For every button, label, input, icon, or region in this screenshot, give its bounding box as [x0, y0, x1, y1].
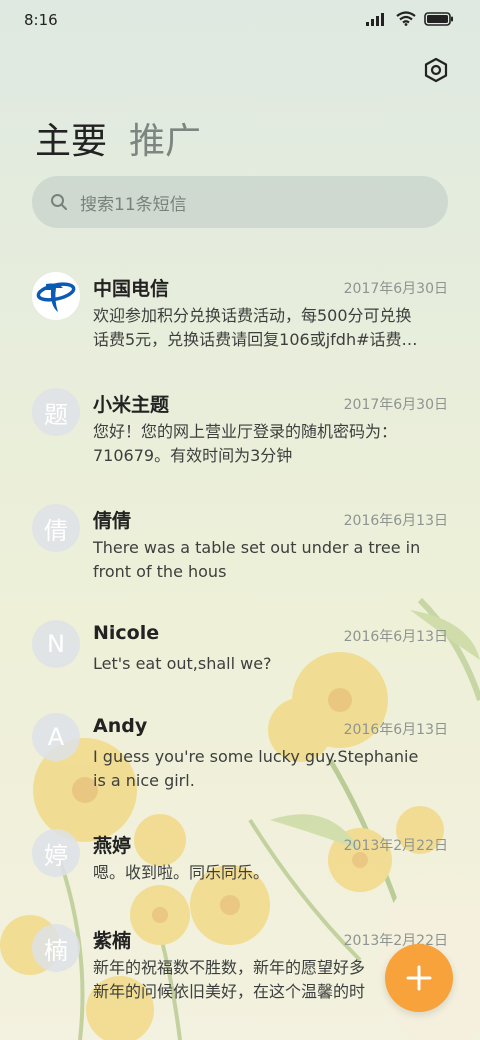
preview-line: Let's eat out,shall we? [93, 654, 272, 673]
conversation-item[interactable]: A Andy 2016年6月13日 I guess you're some lu… [0, 703, 480, 803]
hexagon-settings-icon [424, 57, 448, 83]
settings-button[interactable] [421, 55, 451, 85]
avatar: 婷 [32, 829, 80, 877]
conversation-item[interactable]: N Nicole 2016年6月13日 Let's eat out,shall … [0, 610, 480, 690]
contact-name: 中国电信 [93, 278, 170, 300]
avatar: 倩 [32, 504, 80, 552]
new-message-button[interactable] [385, 944, 453, 1012]
preview-line: front of the hous [93, 562, 227, 581]
contact-name: Andy [93, 715, 148, 737]
wifi-icon [396, 11, 416, 26]
avatar: 楠 [32, 924, 80, 972]
message-preview: 欢迎参加积分兑换话费活动，每500分可兑换 话费5元，兑换话费请回复106或jf… [93, 304, 449, 352]
preview-line: There was a table set out under a tree i… [93, 538, 421, 557]
status-time: 8:16 [24, 11, 58, 29]
message-date: 2016年6月13日 [343, 629, 448, 645]
conversation-item[interactable]: 婷 燕婷 2013年2月22日 嗯。收到啦。同乐同乐。 [0, 819, 480, 899]
contact-name: 紫楠 [93, 930, 132, 952]
conversation-item[interactable]: 题 小米主题 2017年6月30日 您好！您的网上营业厅登录的随机密码为： 71… [0, 378, 480, 478]
message-date: 2016年6月13日 [343, 722, 448, 738]
plus-icon [406, 965, 432, 991]
conversation-item[interactable]: 倩 倩倩 2016年6月13日 There was a table set ou… [0, 494, 480, 594]
preview-line: 您好！您的网上营业厅登录的随机密码为： [93, 422, 398, 441]
tab-bar: 主要 推广 [35, 112, 201, 164]
tab-promotions[interactable]: 推广 [129, 112, 201, 164]
preview-line: 嗯。收到啦。同乐同乐。 [93, 863, 270, 882]
avatar [32, 272, 80, 320]
battery-icon [424, 11, 453, 26]
preview-line: is a nice girl. [93, 771, 195, 790]
status-bar: 8:16 [0, 0, 480, 42]
preview-line: I guess you're some lucky guy.Stephanie [93, 747, 419, 766]
search-icon [50, 193, 68, 211]
contact-name: 燕婷 [93, 835, 132, 857]
message-date: 2013年2月22日 [343, 838, 448, 854]
avatar: 题 [32, 388, 80, 436]
signal-icon [366, 12, 384, 26]
conversation-item[interactable]: 中国电信 2017年6月30日 欢迎参加积分兑换话费活动，每500分可兑换 话费… [0, 262, 480, 362]
contact-name: 倩倩 [93, 510, 132, 532]
china-telecom-logo [33, 273, 79, 319]
preview-line: 710679。有效时间为3分钟 [93, 446, 293, 465]
avatar: N [32, 620, 80, 668]
tab-primary[interactable]: 主要 [35, 112, 107, 164]
preview-line: 欢迎参加积分兑换话费活动，每500分可兑换 [93, 306, 412, 325]
message-date: 2016年6月13日 [343, 513, 448, 529]
contact-name: Nicole [93, 622, 160, 644]
search-bar[interactable]: 搜索11条短信 [32, 176, 448, 228]
message-preview: There was a table set out under a tree i… [93, 536, 449, 584]
status-icons [366, 11, 454, 26]
message-date: 2017年6月30日 [343, 397, 448, 413]
preview-line: 话费5元，兑换话费请回复106或jfdh#话费… [93, 330, 418, 349]
message-preview: Let's eat out,shall we? [93, 652, 449, 676]
message-preview: I guess you're some lucky guy.Stephanie … [93, 745, 449, 793]
contact-name: 小米主题 [93, 394, 170, 416]
message-preview: 您好！您的网上营业厅登录的随机密码为： 710679。有效时间为3分钟 [93, 420, 449, 468]
message-preview: 嗯。收到啦。同乐同乐。 [93, 861, 449, 885]
avatar: A [32, 713, 80, 761]
search-placeholder: 搜索11条短信 [80, 194, 187, 215]
message-date: 2017年6月30日 [343, 281, 448, 297]
